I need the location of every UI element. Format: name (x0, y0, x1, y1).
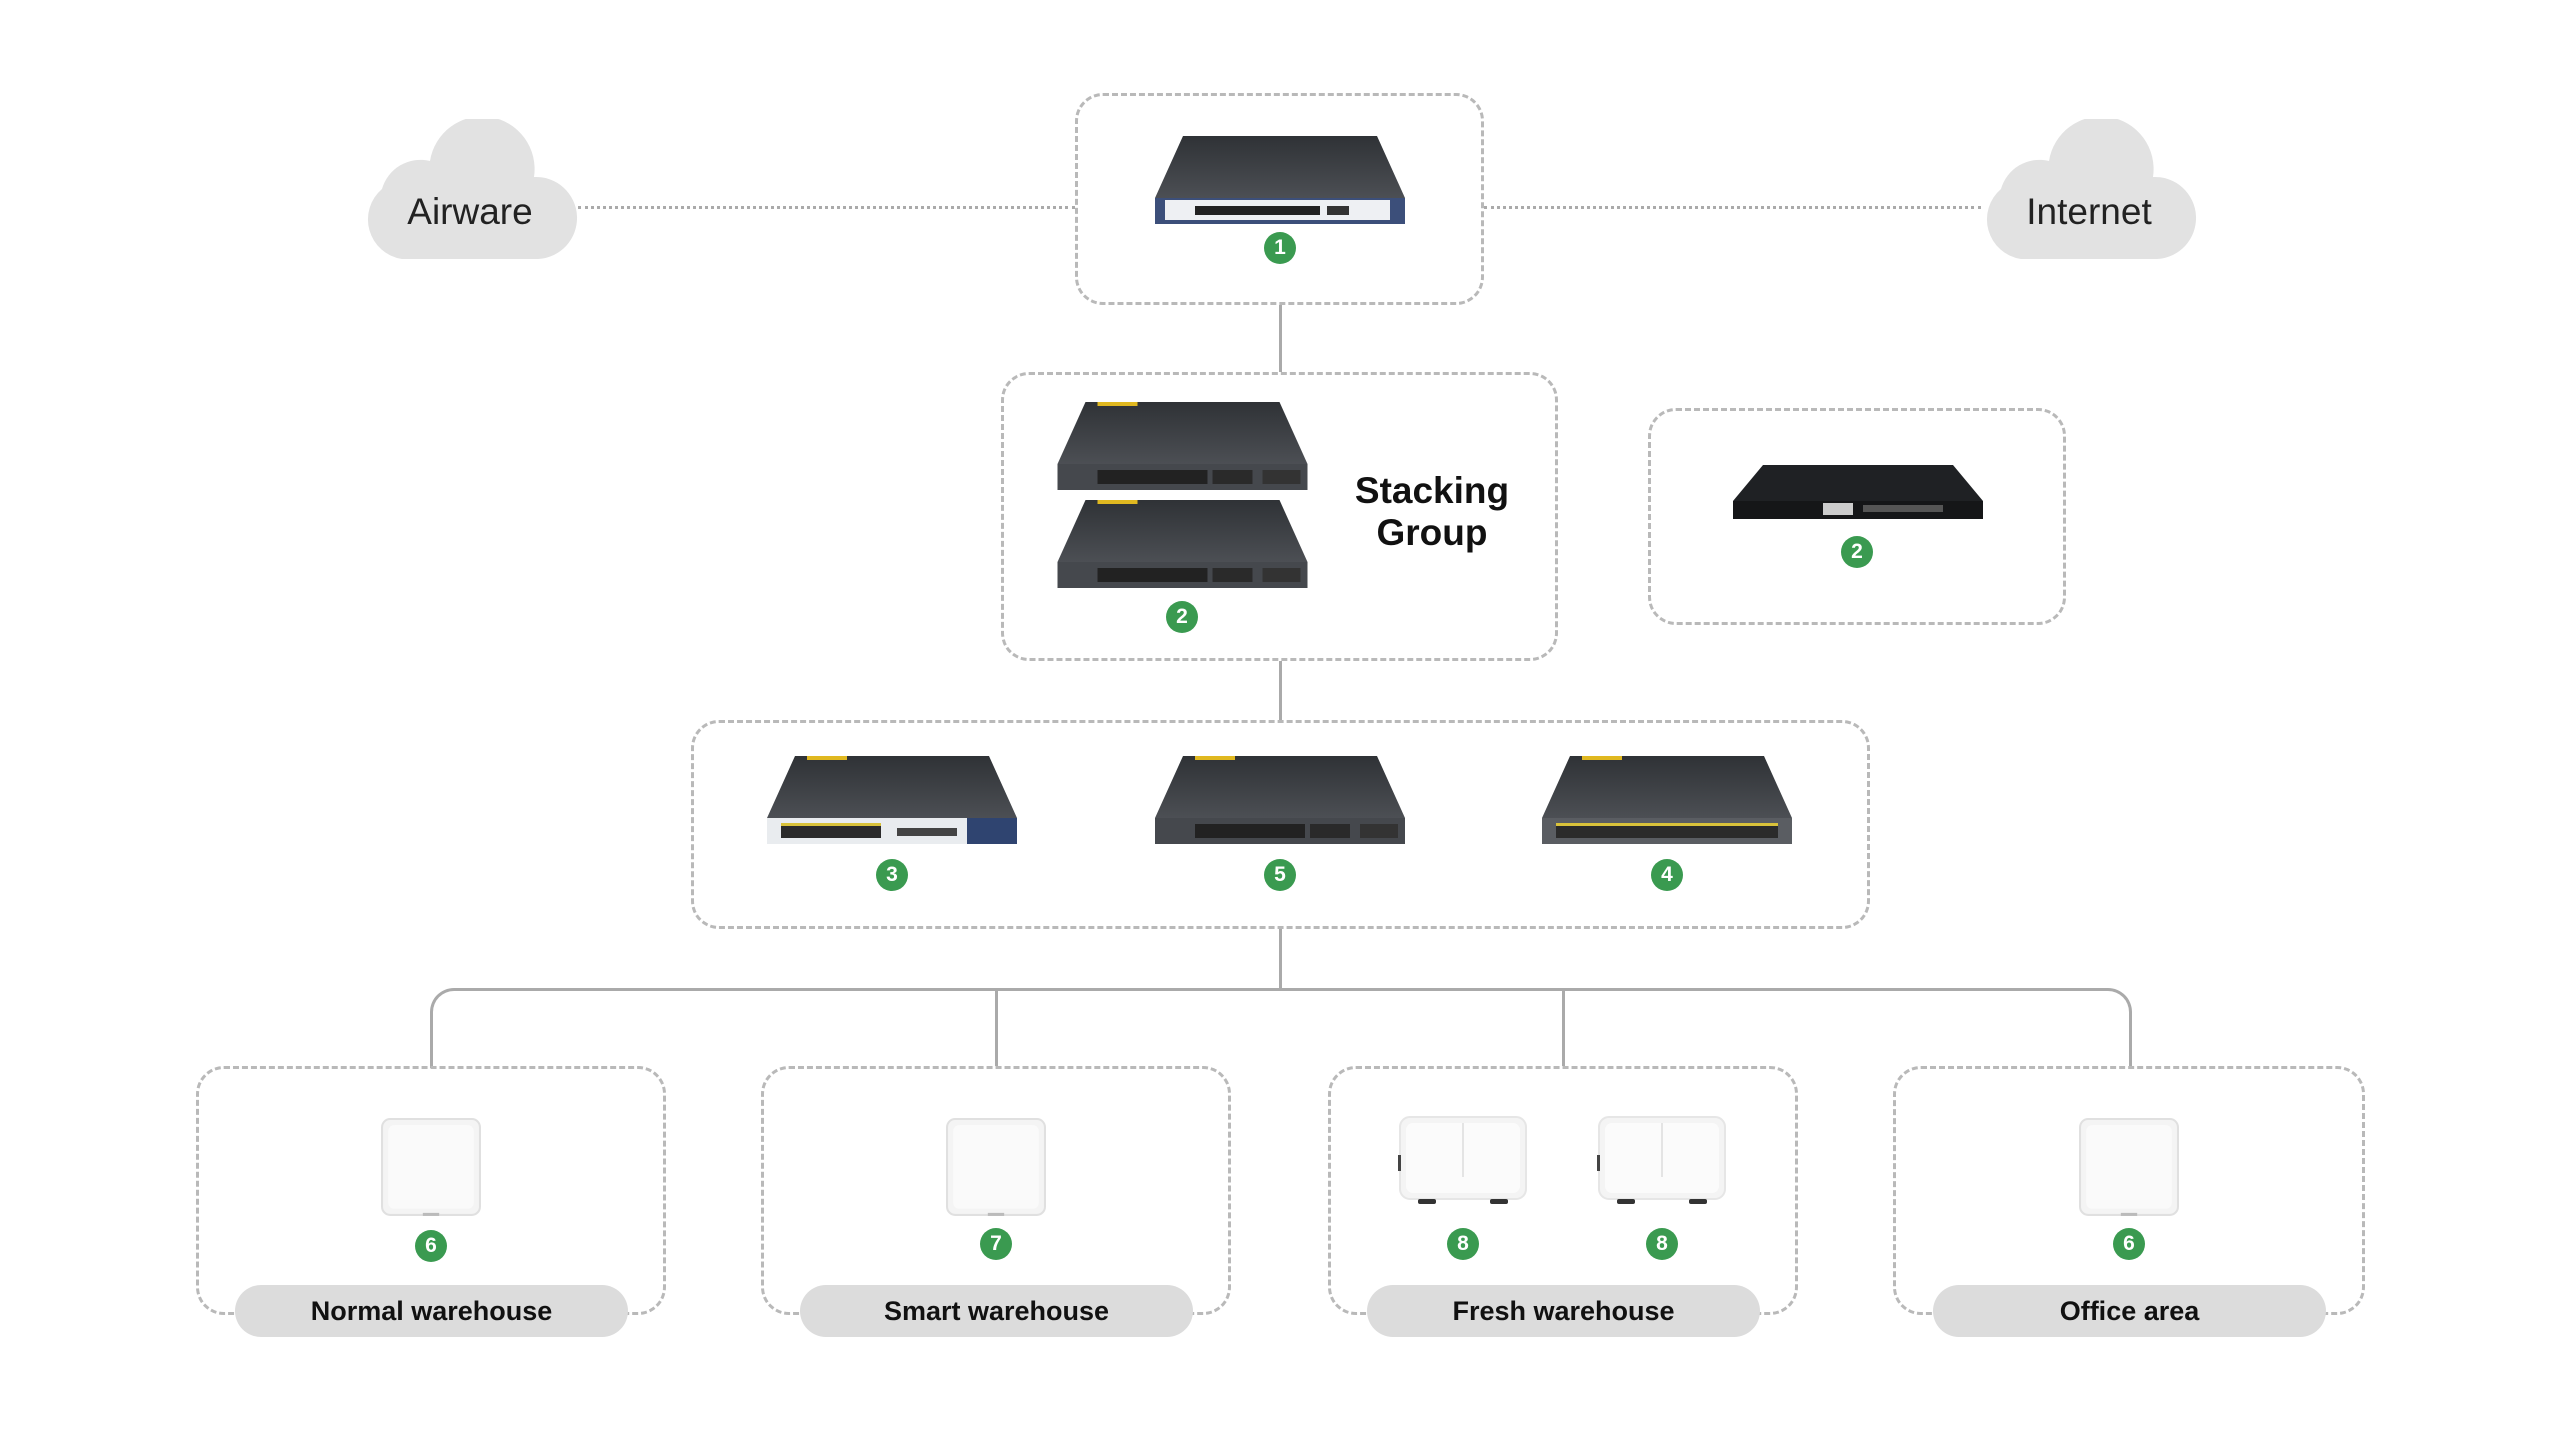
area-label-smart: Smart warehouse (800, 1285, 1193, 1337)
stacking-group-label: Stacking Group (1354, 470, 1510, 553)
badge-normal: 6 (415, 1230, 447, 1262)
link-gateway-core (1279, 305, 1282, 372)
link-core-access (1279, 661, 1282, 720)
area-label-fresh: Fresh warehouse (1367, 1285, 1760, 1337)
access-switch-icon (1542, 756, 1792, 846)
access-point-icon (1398, 1115, 1528, 1210)
trunk-line (430, 988, 2132, 1068)
link-access-trunk (1279, 929, 1282, 991)
core-switch-icon (1057, 402, 1308, 492)
access-point-icon (2078, 1117, 2180, 1219)
badge-access-right: 4 (1651, 859, 1683, 891)
link-internet (1484, 206, 1981, 209)
access-switch-icon (767, 756, 1017, 846)
access-point-icon (380, 1117, 482, 1219)
badge-fresh-a: 8 (1447, 1228, 1479, 1260)
drop-smart (995, 990, 998, 1066)
drop-fresh (1562, 990, 1565, 1066)
badge-access-mid: 5 (1264, 859, 1296, 891)
cloud-internet: Internet (1981, 119, 2197, 259)
access-switch-icon (1155, 756, 1405, 846)
badge-stack: 2 (1166, 601, 1198, 633)
cloud-airware-label: Airware (407, 191, 533, 232)
badge-standalone: 2 (1841, 536, 1873, 568)
area-label-office: Office area (1933, 1285, 2326, 1337)
standalone-device-icon (1733, 465, 1983, 520)
core-switch-icon (1057, 500, 1308, 590)
badge-office: 6 (2113, 1228, 2145, 1260)
badge-fresh-b: 8 (1646, 1228, 1678, 1260)
gateway-router-icon (1155, 136, 1405, 226)
badge-access-left: 3 (876, 859, 908, 891)
cloud-airware: Airware (362, 119, 578, 259)
badge-smart: 7 (980, 1228, 1012, 1260)
cloud-icon (367, 119, 578, 259)
link-airware (578, 206, 1075, 209)
access-point-icon (1597, 1115, 1727, 1210)
badge-gateway: 1 (1264, 232, 1296, 264)
access-point-icon (945, 1117, 1047, 1219)
area-label-normal: Normal warehouse (235, 1285, 628, 1337)
cloud-icon (1986, 119, 2197, 259)
cloud-internet-label: Internet (2026, 191, 2152, 232)
